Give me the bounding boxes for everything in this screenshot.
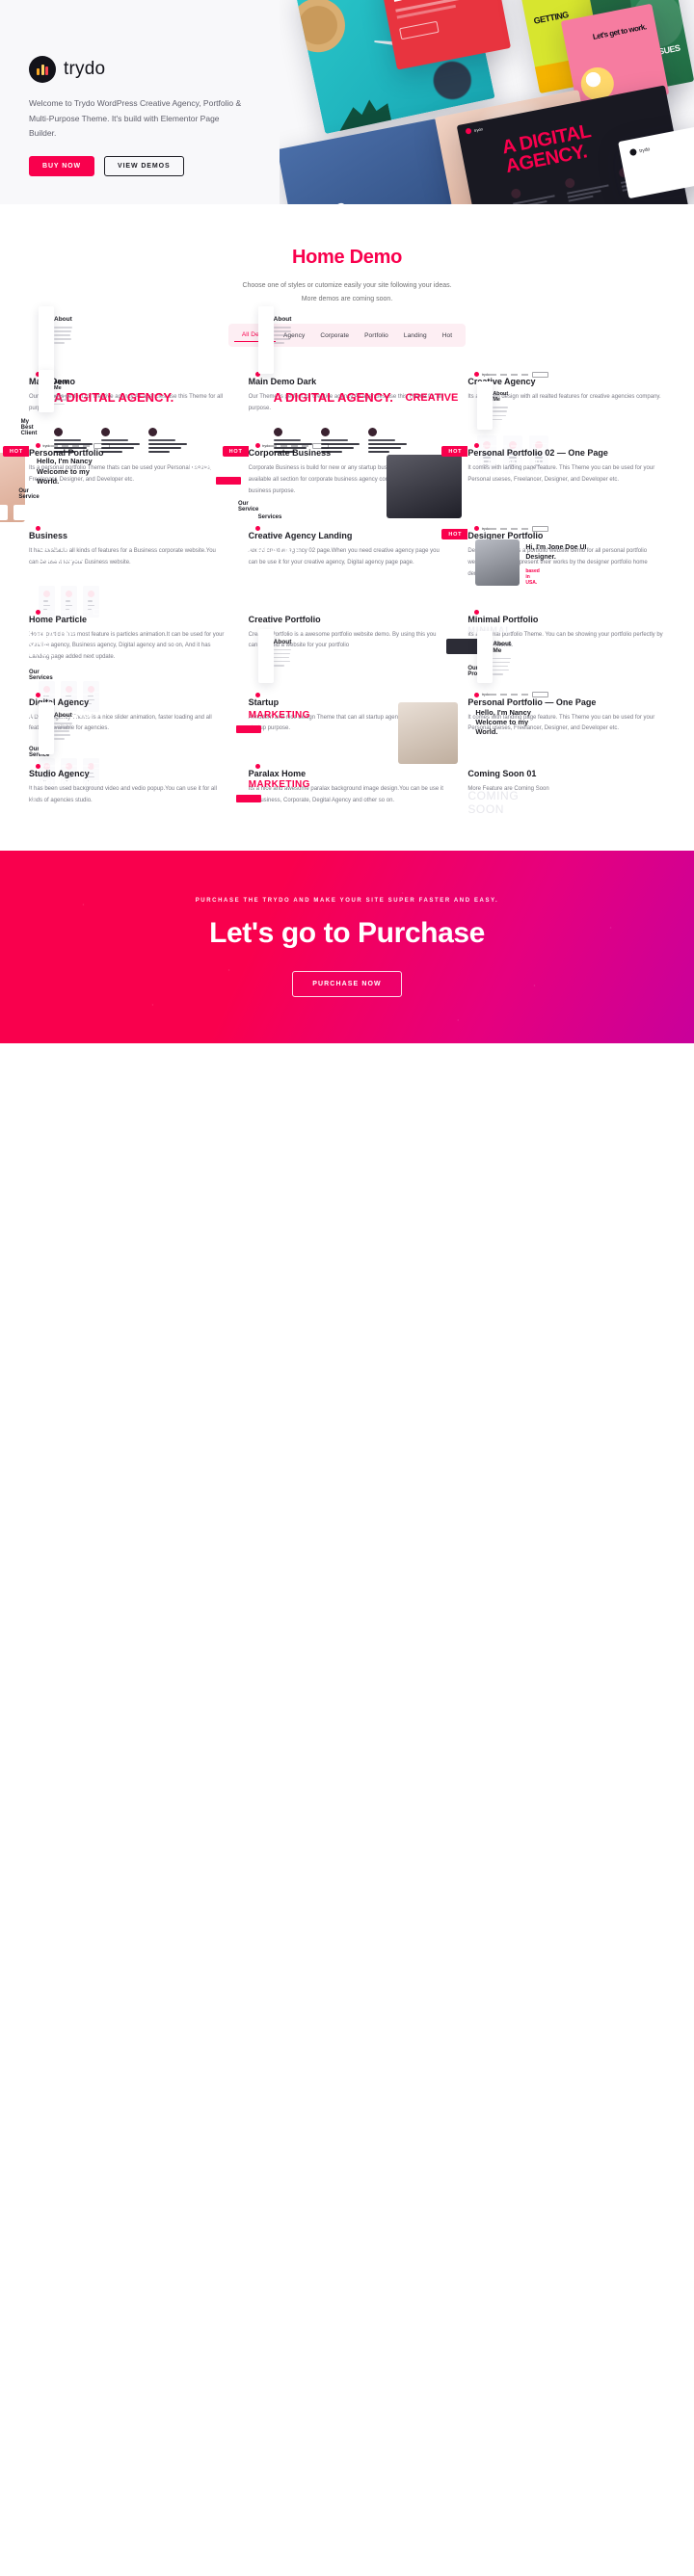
trydo-logo-icon (29, 56, 56, 83)
feature-icon (564, 177, 576, 189)
brand-logo: trydo (29, 56, 308, 83)
home-demo-subtitle: Choose one of styles or cutomize easily … (29, 279, 665, 306)
subtitle-line-1: Choose one of styles or cutomize easily … (242, 282, 452, 289)
trydo-card-logo-text: trydo (638, 145, 651, 154)
logo-bar (40, 65, 44, 75)
demo-card[interactable]: trydoCREATIVE ONE PAGEOur ServicesHome P… (29, 606, 227, 712)
hero-section: DEV GETTING UX ISSUES Let's get to work.… (0, 0, 694, 204)
logo-dot-icon (465, 127, 472, 135)
dev-cta-box (399, 20, 440, 40)
trydo-card-logo: trydo (628, 145, 651, 157)
logo-bar (37, 68, 40, 75)
purchase-eyebrow: PURCHASE THE TRYDO AND MAKE YOUR SITE SU… (195, 897, 499, 904)
demo-card[interactable]: trydoHello, I'm Nancy Welcome to my Worl… (398, 630, 665, 764)
demo-title: Main Demo Dark (248, 377, 317, 386)
demo-title: Creative Agency (467, 377, 536, 386)
collage-dev-shot: DEV (379, 0, 512, 70)
demo-title: Personal Portfolio — One Page (467, 697, 597, 707)
page-title: Home Demo (292, 247, 402, 268)
demo-title: Business (29, 531, 68, 541)
filter-hot[interactable]: Hot (435, 329, 460, 342)
demo-card[interactable]: trydoCREATIVEOur ServiceCreative Agency … (238, 501, 446, 580)
feature-item (510, 182, 556, 204)
demo-title: Digital Agency (29, 697, 90, 707)
demo-card[interactable]: trydoGROW BUSINESS.Our ServiceBusinessIt… (0, 488, 227, 618)
filter-bar-wrapper: All Demo Agency Corporate Portfolio Landing H… (29, 306, 665, 347)
hero-collage: DEV GETTING UX ISSUES Let's get to work.… (280, 0, 694, 204)
purchase-section: PURCHASE THE TRYDO AND MAKE YOUR SITE SU… (0, 851, 694, 1044)
filter-landing[interactable]: Landing (396, 329, 435, 342)
purchase-now-button[interactable]: PURCHASE NOW (292, 970, 402, 997)
demo-grid: trydoA DIGITAL AGENCY.AboutMain DemoOur … (0, 306, 665, 831)
demo-card[interactable]: trydoWELCOME VIDEO STUDIOAboutStudio Age… (22, 701, 227, 806)
demo-title: Home Particle (29, 614, 88, 624)
logo-dot-icon (628, 147, 638, 157)
demo-card[interactable]: trydoMARKETINGOur ServiceParalax HomeIts… (235, 760, 446, 831)
brand-name: trydo (64, 59, 106, 79)
filter-portfolio[interactable]: Portfolio (357, 329, 396, 342)
demo-title: Personal Portfolio 02 — One Page (467, 448, 608, 459)
home-demo-section: Home Demo Choose one of styles or cutomi… (0, 204, 694, 831)
landing-page: DEV GETTING UX ISSUES Let's get to work.… (0, 0, 694, 1044)
filter-corporate[interactable]: Corporate (312, 329, 357, 342)
demo-card[interactable]: COMING SOONComing Soon 01More Feature ar… (467, 760, 665, 816)
demo-title: Minimal Portfolio (467, 614, 539, 624)
hero-content: trydo Welcome to Trydo WordPress Creativ… (0, 0, 308, 204)
subtitle-line-2: More demos are coming soon. (301, 296, 393, 302)
demo-title: Paralax Home (248, 768, 307, 778)
demo-card[interactable]: trydoHi, I'm Jone Doe UI Designer.based … (441, 522, 665, 587)
feature-icon (510, 188, 522, 199)
demo-title: Creative Portfolio (248, 614, 321, 624)
view-demos-button[interactable]: VIEW DEMOS (104, 156, 184, 177)
demo-card[interactable]: trydoHi, I'm Jone Doe 3D Developer. base… (387, 381, 665, 519)
agency-shot-logo-text: trydo (473, 125, 484, 133)
hero-buttons: BUY NOW VIEW DEMOS (29, 156, 308, 177)
feature-item (564, 171, 610, 204)
agency-shot-logo: trydo (465, 125, 484, 135)
hero-description: Welcome to Trydo WordPress Creative Agen… (29, 98, 242, 139)
demo-title: Studio Agency (29, 768, 90, 778)
logo-bar (45, 66, 48, 75)
buy-now-button[interactable]: BUY NOW (29, 156, 95, 177)
demo-title: Coming Soon 01 (467, 768, 537, 778)
purchase-title: Let's go to Purchase (209, 916, 485, 949)
collage-work-title: Let's get to work. (592, 22, 648, 41)
demo-title: Creative Agency Landing (248, 531, 353, 541)
